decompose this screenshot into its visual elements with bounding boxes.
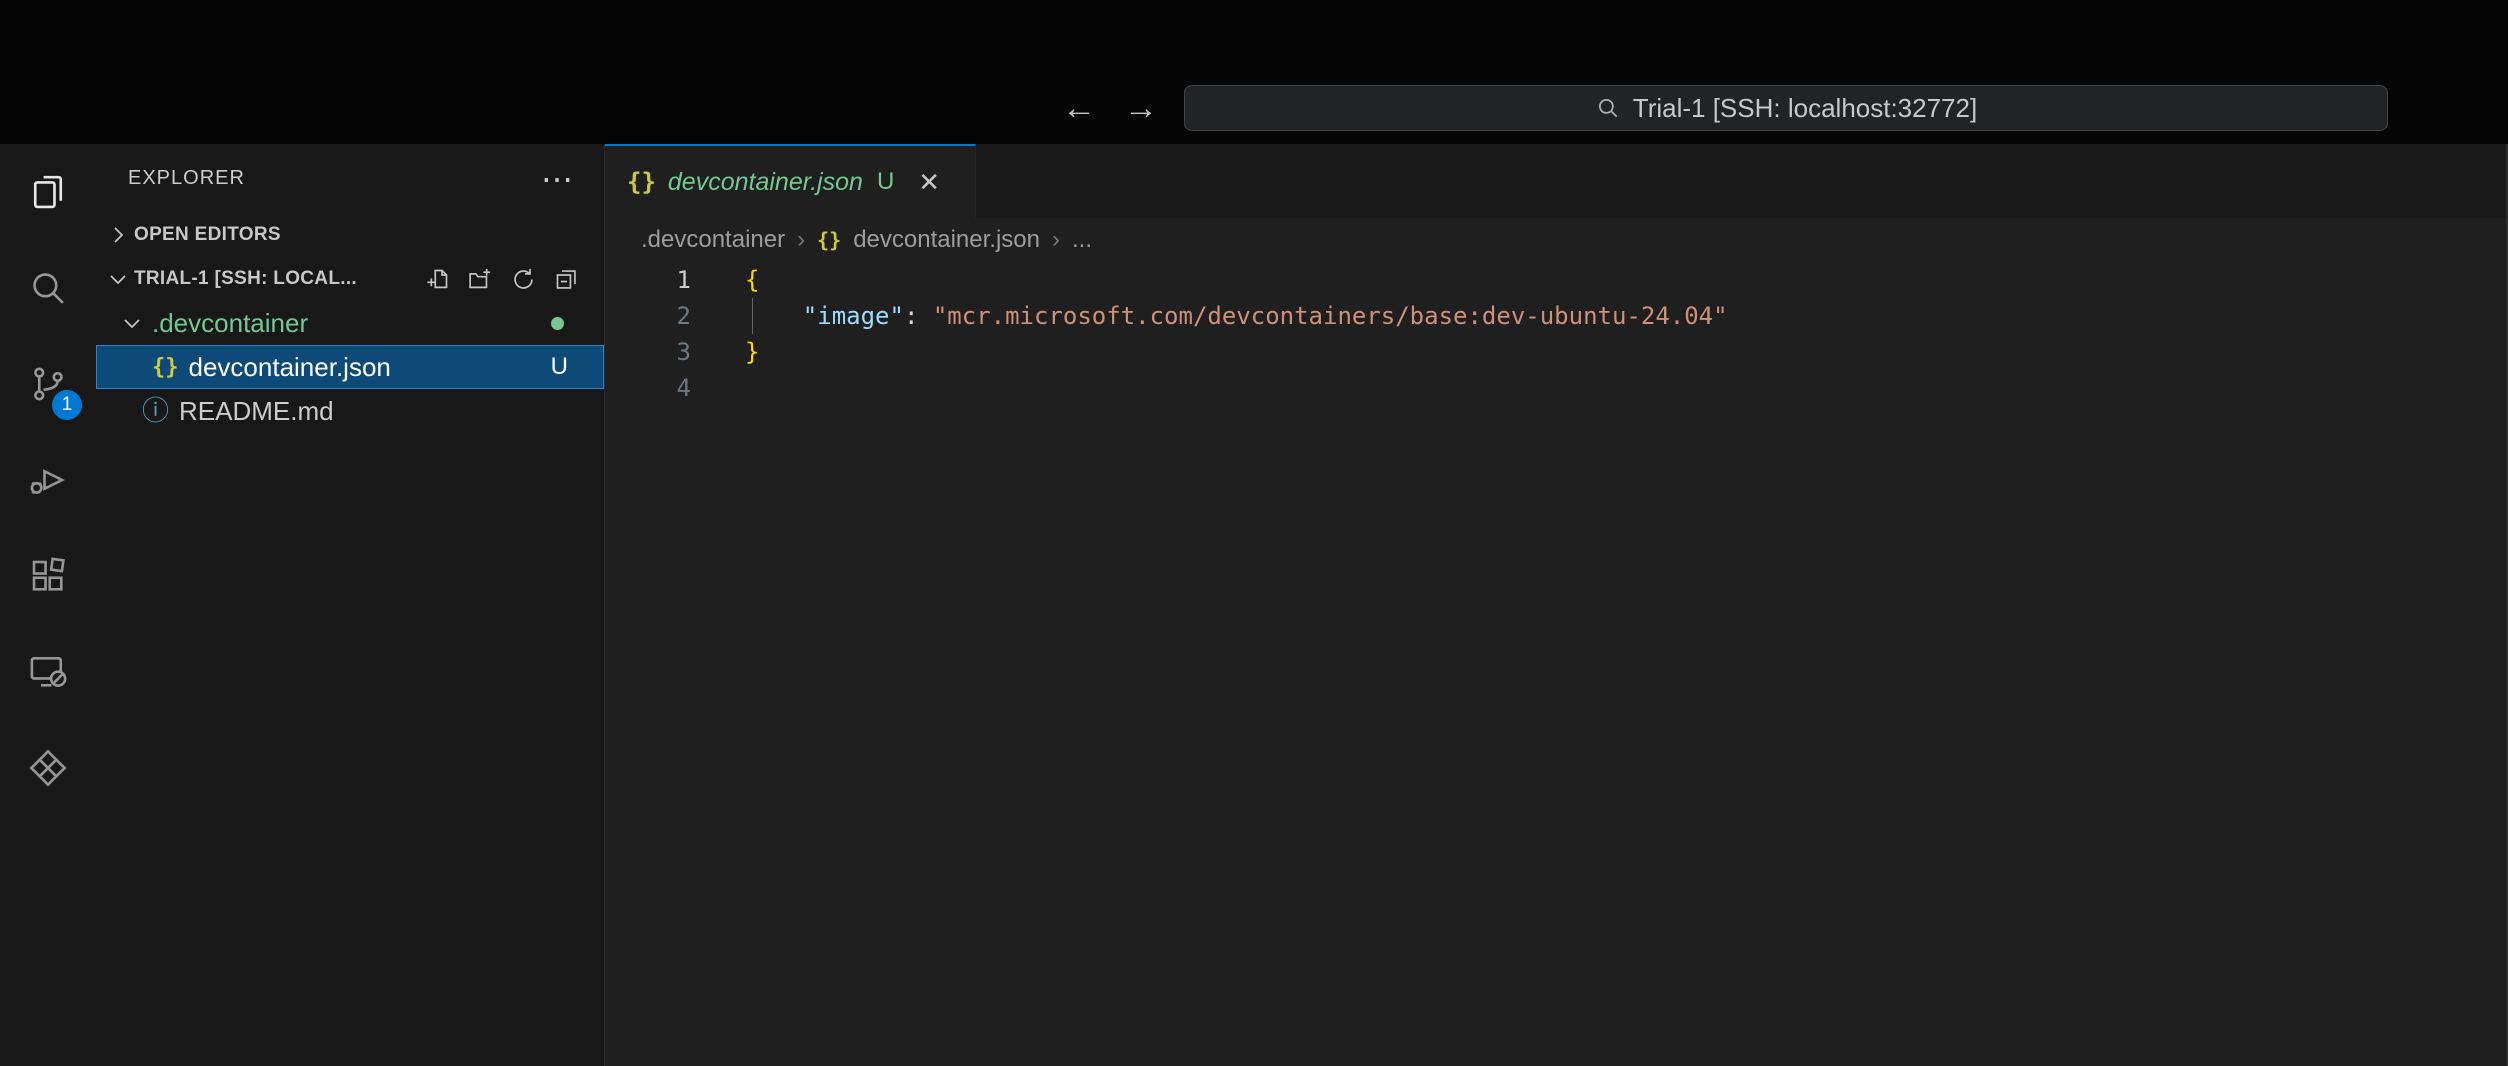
code-token: { [745,266,759,294]
tree-item-readme[interactable]: ⓘ README.md [96,389,604,433]
tree-item-devcontainer-json[interactable]: {} devcontainer.json U [96,345,604,389]
tab-untracked-badge: U [877,168,894,196]
breadcrumb-symbol[interactable]: ... [1072,226,1092,254]
activity-run-debug[interactable] [0,432,96,528]
code-token: "image" [803,302,904,330]
chevron-separator-icon: › [797,226,805,254]
back-arrow-icon[interactable]: ← [1062,89,1096,128]
sidebar-title: EXPLORER [128,167,245,190]
section-open-editors[interactable]: OPEN EDITORS [96,213,604,257]
explorer-sidebar: EXPLORER ⋯ OPEN EDITORS TRIAL-1 [SSH: LO… [96,144,605,1066]
open-editors-label: OPEN EDITORS [134,224,281,246]
breadcrumb: .devcontainer › {} devcontainer.json › .… [605,218,2508,262]
code-token [745,302,803,330]
code-line-1[interactable]: 1 { [605,262,2508,298]
json-file-icon: {} [152,355,179,380]
code-line-3[interactable]: 3 } [605,334,2508,370]
extensions-icon [27,555,69,597]
search-icon [27,267,69,309]
indent-guide [752,298,753,334]
sidebar-header: EXPLORER ⋯ [96,144,604,213]
activity-extensions[interactable] [0,528,96,624]
history-nav: ← → [1062,85,1158,131]
activity-bar: 1 [0,144,96,1066]
activity-azure[interactable] [0,720,96,816]
title-bar: ← → Trial-1 [SSH: localhost:32772] [0,0,2508,144]
scm-badge: 1 [52,390,82,420]
chevron-separator-icon: › [1052,226,1060,254]
activity-remote-explorer[interactable] [0,624,96,720]
tab-devcontainer-json[interactable]: {} devcontainer.json U ✕ [605,144,976,218]
new-file-icon[interactable] [424,266,451,293]
line-number: 1 [605,262,715,298]
chevron-down-icon [106,267,130,291]
forward-arrow-icon[interactable]: → [1124,89,1158,128]
files-icon [27,171,69,213]
refresh-icon[interactable] [510,266,537,293]
command-center[interactable]: Trial-1 [SSH: localhost:32772] [1184,85,2388,131]
line-number: 2 [605,298,715,334]
activity-source-control[interactable]: 1 [0,336,96,432]
breadcrumb-folder[interactable]: .devcontainer [641,226,785,254]
tab-label: devcontainer.json [668,168,863,197]
line-number: 4 [605,370,715,406]
run-debug-icon [27,459,69,501]
line-number: 3 [605,334,715,370]
activity-search[interactable] [0,240,96,336]
folder-name: .devcontainer [152,308,308,339]
section-workspace[interactable]: TRIAL-1 [SSH: LOCAL... [96,257,604,301]
more-actions-icon[interactable]: ⋯ [541,163,574,195]
tab-bar: {} devcontainer.json U ✕ [605,144,2508,218]
breadcrumb-file[interactable]: devcontainer.json [853,226,1040,254]
code-line-4[interactable]: 4 [605,370,2508,406]
remote-explorer-icon [27,651,69,693]
tree-item-devcontainer-folder[interactable]: .devcontainer [96,301,604,345]
code-line-2[interactable]: 2 "image": "mcr.microsoft.com/devcontain… [605,298,2508,334]
info-file-icon: ⓘ [142,398,169,425]
code-token: } [745,338,759,366]
file-name: devcontainer.json [189,352,391,383]
new-folder-icon[interactable] [467,266,494,293]
file-name: README.md [179,396,334,427]
collapse-all-icon[interactable] [553,266,580,293]
untracked-u-badge: U [551,353,568,381]
search-icon [1595,95,1621,121]
json-file-icon: {} [817,228,841,252]
editor-group: {} devcontainer.json U ✕ .devcontainer ›… [605,144,2508,1066]
window-title: Trial-1 [SSH: localhost:32772] [1633,93,1977,124]
azure-icon [27,747,69,789]
activity-explorer[interactable] [0,144,96,240]
close-icon[interactable]: ✕ [918,167,940,198]
chevron-right-icon [106,223,130,247]
code-editor[interactable]: 1 { 2 "image": "mcr.microsoft.com/devcon… [605,262,2508,406]
explorer-actions [424,266,604,293]
code-token: : [904,302,933,330]
workspace-label: TRIAL-1 [SSH: LOCAL... [134,268,357,290]
untracked-dot-badge [551,317,564,330]
json-file-icon: {} [627,168,656,196]
code-token: "mcr.microsoft.com/devcontainers/base:de… [933,302,1728,330]
chevron-down-icon [120,311,144,335]
